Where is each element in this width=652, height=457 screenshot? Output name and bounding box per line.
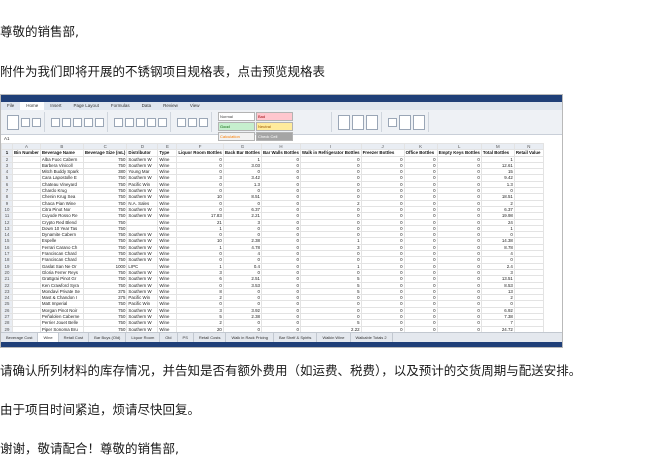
ribbon-tab-file[interactable]: File: [1, 102, 20, 110]
table-cell[interactable]: Gaslat San Ne Or: [39, 262, 84, 270]
sheet-tab[interactable]: Old: [160, 333, 178, 342]
table-cell[interactable]: Gloria Ferrer Reys: [39, 268, 84, 277]
table-cell[interactable]: Cuyode Rosso Re: [39, 212, 84, 220]
column-title-cell[interactable]: Back Bar Bottles: [222, 149, 262, 157]
table-cell[interactable]: Mondavi Private Se: [39, 287, 84, 296]
sheet-tab[interactable]: Walk in Rack Pricing: [226, 333, 274, 342]
sheet-tab[interactable]: Retail Costs: [194, 333, 227, 342]
table-cell[interactable]: Morgan Pinot Noir: [39, 306, 84, 315]
table-cell[interactable]: Ken Crawford Syra: [39, 281, 84, 289]
table-cell[interactable]: Peñalolen Caberne: [39, 312, 84, 321]
percent-icon[interactable]: [188, 117, 197, 127]
sort-filter-icon[interactable]: [399, 114, 411, 130]
table-cell[interactable]: Alba Fuoc Cabern: [39, 155, 84, 163]
email-urgency: 由于项目时间紧迫，烦请尽快回复。: [0, 402, 201, 417]
ribbon-tab-formulas[interactable]: Formulas: [105, 102, 136, 110]
column-title-cell[interactable]: Liquor Room Bottles: [176, 149, 224, 157]
column-title-cell[interactable]: Office Bottles: [403, 149, 438, 157]
align-left-icon[interactable]: [114, 117, 123, 127]
ribbon-tab-view[interactable]: View: [184, 102, 206, 110]
ribbon-tab-home[interactable]: Home: [20, 102, 45, 110]
align-center-icon[interactable]: [125, 117, 134, 127]
spreadsheet-preview-image[interactable]: File Home Insert Page Layout Formulas Data Rev…: [0, 94, 563, 348]
merge-center-icon[interactable]: [158, 117, 167, 127]
sheet-tab[interactable]: PS: [178, 333, 194, 342]
table-cell[interactable]: Mast & Chandon I: [39, 294, 84, 302]
comma-icon[interactable]: [199, 117, 208, 127]
ribbon-tab-data[interactable]: Data: [136, 102, 158, 110]
border-icon[interactable]: [84, 117, 93, 127]
table-cell[interactable]: Chateau Vineyard: [39, 180, 84, 189]
fill-color-icon[interactable]: [95, 117, 104, 127]
table-cell[interactable]: Ferrari Carano Ch: [39, 243, 84, 252]
name-box[interactable]: A1: [4, 136, 10, 141]
bold-icon[interactable]: [51, 117, 60, 127]
column-title-cell[interactable]: Beverage Size (mL): [82, 149, 128, 157]
cells-group: [335, 112, 382, 132]
style-neutral[interactable]: Neutral: [256, 122, 293, 131]
style-good[interactable]: Good: [218, 122, 255, 131]
sheet-tab[interactable]: Walkin Wine: [317, 333, 351, 342]
worksheet-grid[interactable]: A B C D E F G H I J K L M N 1 Bin Number Beverage Name Be…: [1, 142, 562, 347]
font-group: [48, 112, 108, 132]
ribbon-tab-page-layout[interactable]: Page Layout: [68, 102, 105, 110]
italic-icon[interactable]: [62, 117, 71, 127]
style-normal[interactable]: Normal: [218, 112, 255, 121]
column-title-cell[interactable]: Empty Keys Bottles: [436, 149, 482, 157]
paste-icon[interactable]: [7, 114, 19, 130]
currency-icon[interactable]: [177, 117, 186, 127]
email-request: 请确认所列材料的库存情况，并告知是否有额外费用（如运费、税费），以及预计的交货周…: [0, 363, 582, 378]
column-title-cell[interactable]: Bin Number: [12, 149, 41, 157]
insert-icon[interactable]: [338, 114, 350, 130]
number-group: [174, 112, 212, 132]
worksheet-table: A B C D E F G H I J K L M N 1 Bin Number Beverage Name Be…: [1, 142, 544, 347]
column-title-cell[interactable]: Retail Value: [513, 149, 544, 157]
table-cell[interactable]: Franciscan Chard: [39, 250, 84, 258]
email-greeting: 尊敬的销售部,: [0, 24, 79, 39]
delete-icon[interactable]: [352, 114, 364, 130]
style-calculation[interactable]: Calculation: [218, 132, 255, 141]
clipboard-group: [4, 112, 45, 132]
table-cell[interactable]: Mitch Buddy Spark: [39, 168, 84, 176]
sheet-tab[interactable]: Liquor Room: [126, 333, 161, 342]
sheet-tabs: Beverage Cost Wine Retail Cost Bar Buys (Ol…: [1, 332, 562, 342]
wrap-text-icon[interactable]: [147, 117, 156, 127]
copy-icon[interactable]: [32, 117, 41, 127]
column-title-cell[interactable]: Bar Walls Bottles: [260, 149, 301, 157]
excel-title-bar: [1, 95, 562, 102]
style-check-cell[interactable]: Check Cell: [256, 132, 293, 141]
cut-icon[interactable]: [21, 117, 30, 127]
email-intro: 附件为我们即将开展的不锈钢项目规格表，点击预览规格表: [0, 64, 326, 79]
ribbon-tab-bar: File Home Insert Page Layout Formulas Data Rev…: [1, 102, 562, 110]
autosum-icon[interactable]: [388, 117, 397, 127]
ribbon-toolbar: Normal Bad Good Neutral Calculation Chec…: [1, 110, 562, 141]
find-select-icon[interactable]: [413, 114, 425, 130]
format-icon[interactable]: [366, 114, 378, 130]
table-cell[interactable]: Crypto Red Blend: [39, 218, 84, 226]
status-bar: [1, 342, 562, 347]
ribbon-tab-review[interactable]: Review: [157, 102, 184, 110]
sheet-tab[interactable]: Beverage Cost: [1, 333, 39, 342]
table-cell[interactable]: Down 10 Year Tas: [39, 224, 84, 233]
ribbon-tab-insert[interactable]: Insert: [44, 102, 67, 110]
alignment-group: [111, 112, 171, 132]
align-right-icon[interactable]: [136, 117, 145, 127]
styles-group: Normal Bad Good Neutral Calculation Chec…: [215, 112, 332, 141]
sheet-tab[interactable]: Bar Shelf & Spirits: [274, 333, 318, 342]
table-cell[interactable]: Perrier Jouet Belle: [39, 319, 84, 327]
column-title-cell[interactable]: Walk in Refrigerator Bottles: [299, 149, 362, 157]
email-closing: 谢谢，敬请配合！尊敬的销售部,: [0, 441, 179, 456]
underline-icon[interactable]: [73, 117, 82, 127]
sheet-tab[interactable]: Bar Buys (Old): [89, 333, 127, 342]
sheet-tab[interactable]: Walkable Totals 2: [351, 333, 393, 342]
sheet-tab[interactable]: Retail Cost: [59, 333, 90, 342]
editing-group: [385, 112, 429, 132]
style-bad[interactable]: Bad: [256, 112, 293, 121]
sheet-tab[interactable]: Wine: [38, 333, 59, 342]
